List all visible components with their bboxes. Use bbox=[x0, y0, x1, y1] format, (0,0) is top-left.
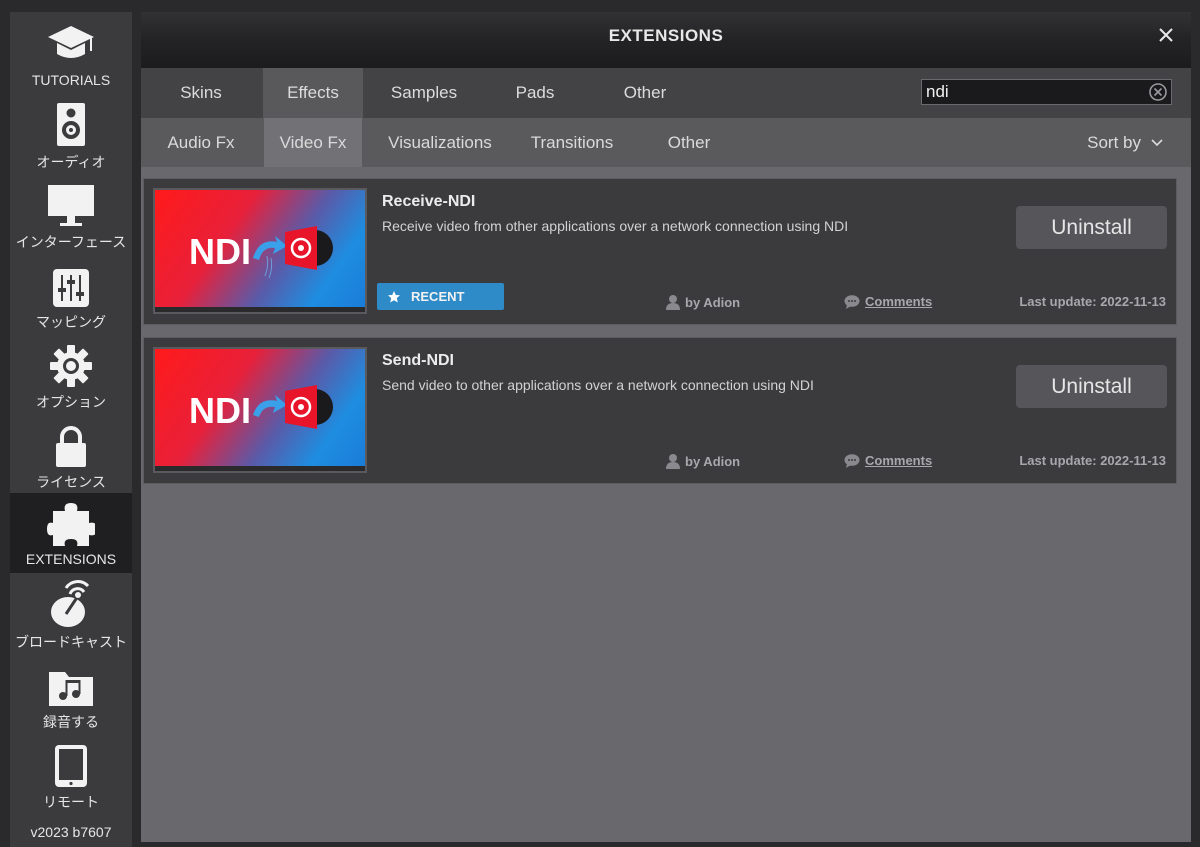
thumbnail-ndi-text: NDI bbox=[189, 390, 251, 431]
category-tabs: Skins Effects Samples Pads Other bbox=[141, 68, 1191, 118]
lock-icon bbox=[54, 420, 88, 472]
uninstall-button[interactable]: Uninstall bbox=[1016, 206, 1167, 249]
sidebar-item-label: ブロードキャスト bbox=[15, 634, 127, 650]
extension-name: Receive-NDI bbox=[382, 193, 476, 210]
thumbnail-base bbox=[155, 307, 365, 312]
satellite-dish-icon bbox=[46, 580, 96, 632]
close-icon[interactable] bbox=[1155, 24, 1177, 46]
tab-visualizations[interactable]: Visualizations bbox=[369, 118, 511, 167]
tablet-icon bbox=[54, 740, 88, 792]
speaker-icon bbox=[55, 100, 87, 152]
author-label: by Adion bbox=[685, 294, 741, 310]
tab-effects[interactable]: Effects bbox=[263, 68, 363, 118]
tab-other-sub[interactable]: Other bbox=[639, 118, 739, 167]
sidebar: TUTORIALS オーディオ インターフェース マッピング オプション ライセ… bbox=[10, 12, 132, 847]
last-update: Last update: 2022-11-13 bbox=[1019, 294, 1166, 309]
sidebar-item-label: TUTORIALS bbox=[31, 72, 111, 88]
mixer-sliders-icon bbox=[52, 260, 90, 312]
sidebar-item-label: リモート bbox=[43, 794, 99, 810]
sidebar-item-record[interactable]: 録音する bbox=[10, 660, 132, 740]
extensions-window: EXTENSIONS Skins Effects Samples Pads Ot… bbox=[141, 12, 1191, 842]
tab-pads[interactable]: Pads bbox=[485, 68, 585, 118]
comments: Comments bbox=[844, 453, 932, 468]
window-title: EXTENSIONS bbox=[608, 26, 724, 45]
tab-audio-fx[interactable]: Audio Fx bbox=[141, 118, 261, 167]
sidebar-item-label: EXTENSIONS bbox=[25, 551, 117, 567]
extension-description: Receive video from other applications ov… bbox=[382, 218, 849, 234]
last-update: Last update: 2022-11-13 bbox=[1019, 453, 1166, 468]
sidebar-item-label: オプション bbox=[36, 394, 106, 410]
sidebar-item-license[interactable]: ライセンス bbox=[10, 420, 132, 500]
extension-thumbnail: NDI bbox=[153, 347, 367, 473]
sidebar-item-label: マッピング bbox=[36, 314, 106, 330]
star-icon bbox=[388, 290, 400, 302]
uninstall-button[interactable]: Uninstall bbox=[1016, 365, 1167, 408]
recent-badge: RECENT bbox=[377, 283, 504, 310]
author-label: by Adion bbox=[685, 453, 741, 469]
sidebar-item-label: ライセンス bbox=[36, 474, 106, 490]
title-bar: EXTENSIONS bbox=[141, 12, 1191, 68]
user-icon bbox=[666, 295, 680, 310]
music-folder-icon bbox=[47, 660, 95, 712]
extension-card[interactable]: NDI Receive-NDI Receive video from other… bbox=[143, 178, 1177, 325]
graduation-cap-icon bbox=[46, 20, 96, 72]
sort-by-label: Sort by bbox=[1087, 133, 1141, 152]
sidebar-item-interface[interactable]: インターフェース bbox=[10, 180, 132, 260]
sidebar-item-tutorials[interactable]: TUTORIALS bbox=[10, 20, 132, 100]
sidebar-item-label: オーディオ bbox=[36, 154, 106, 170]
tab-transitions[interactable]: Transitions bbox=[517, 118, 627, 167]
puzzle-icon bbox=[47, 493, 95, 551]
comments: Comments bbox=[844, 294, 932, 309]
search-box bbox=[921, 79, 1172, 105]
gear-icon bbox=[49, 340, 93, 392]
sidebar-item-extensions[interactable]: EXTENSIONS bbox=[10, 493, 132, 573]
sidebar-item-remote[interactable]: リモート bbox=[10, 740, 132, 820]
speech-bubble-icon bbox=[844, 294, 860, 309]
user-icon bbox=[666, 454, 680, 469]
tab-skins[interactable]: Skins bbox=[141, 68, 261, 118]
speech-bubble-icon bbox=[844, 453, 860, 468]
sidebar-item-broadcast[interactable]: ブロードキャスト bbox=[10, 580, 132, 660]
clear-search-icon[interactable] bbox=[1148, 82, 1168, 102]
extension-card[interactable]: NDI Send-NDI Send video to other applica… bbox=[143, 337, 1177, 484]
thumbnail-base bbox=[155, 466, 365, 471]
sidebar-item-options[interactable]: オプション bbox=[10, 340, 132, 420]
tab-video-fx[interactable]: Video Fx bbox=[264, 118, 362, 167]
comments-link[interactable]: Comments bbox=[865, 294, 932, 309]
badge-label: RECENT bbox=[411, 289, 465, 304]
tab-samples[interactable]: Samples bbox=[369, 68, 479, 118]
thumbnail-ndi-text: NDI bbox=[189, 231, 251, 272]
comments-link[interactable]: Comments bbox=[865, 453, 932, 468]
chevron-down-icon bbox=[1151, 138, 1163, 146]
sidebar-item-label: 録音する bbox=[43, 714, 99, 730]
sidebar-item-audio[interactable]: オーディオ bbox=[10, 100, 132, 180]
extension-description: Send video to other applications over a … bbox=[382, 377, 814, 393]
sidebar-item-mapping[interactable]: マッピング bbox=[10, 260, 132, 340]
sidebar-item-label: インターフェース bbox=[15, 234, 127, 250]
extension-thumbnail: NDI bbox=[153, 188, 367, 314]
extension-name: Send-NDI bbox=[382, 352, 454, 369]
author: by Adion bbox=[666, 453, 740, 469]
monitor-icon bbox=[47, 180, 95, 232]
sort-by-dropdown[interactable]: Sort by bbox=[1087, 118, 1163, 167]
author: by Adion bbox=[666, 294, 740, 310]
search-input[interactable] bbox=[922, 82, 1137, 102]
subcategory-tabs: Audio Fx Video Fx Visualizations Transit… bbox=[141, 118, 1191, 167]
version-label: v2023 b7607 bbox=[30, 824, 112, 840]
tab-other[interactable]: Other bbox=[595, 68, 695, 118]
